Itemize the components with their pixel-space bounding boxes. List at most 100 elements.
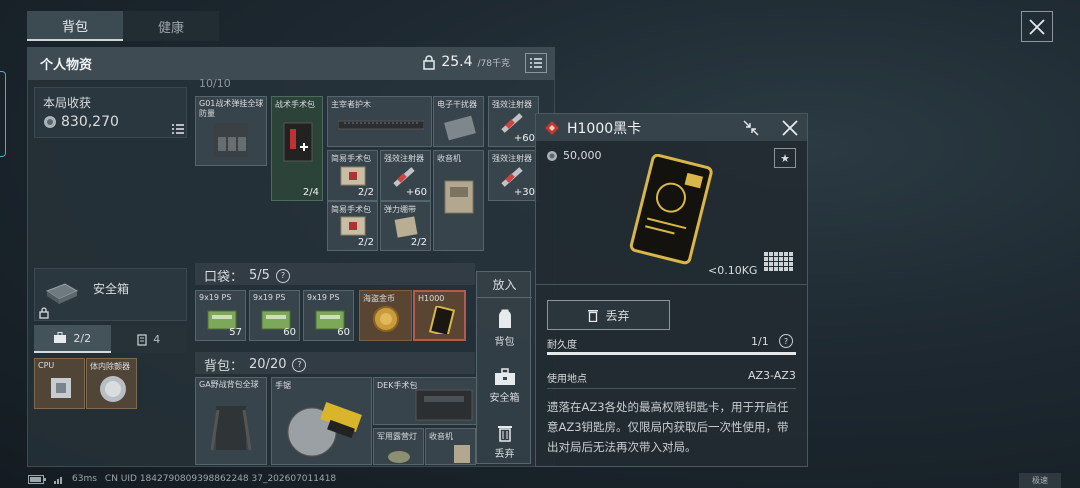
backpack-item-icon <box>210 406 252 451</box>
coin-icon <box>547 150 557 161</box>
backpack-item-saw[interactable]: 手锯 <box>271 377 372 465</box>
backpack-item-radio[interactable]: 收音机 <box>425 428 476 465</box>
item-name: 收音机 <box>429 432 453 441</box>
medkit-icon <box>283 122 313 162</box>
item-name: 简易手术包 <box>331 205 371 214</box>
side-edge-tab[interactable] <box>0 71 6 157</box>
item-name: 简易手术包 <box>331 154 371 163</box>
item-description: 遗落在AZ3各处的最高权限钥匙卡，用于开启任意AZ3钥匙房。仅限局内获取后一次性… <box>547 400 789 454</box>
backpack-item-dek-medkit[interactable]: DEK手术包 <box>373 377 478 425</box>
backpack-item-camp-lamp[interactable]: 军用露营灯 <box>373 428 424 465</box>
durability-help-icon[interactable]: ? <box>779 334 793 348</box>
safebox-slot[interactable]: 安全箱 <box>34 268 187 321</box>
backpack-count: 20/20 <box>249 357 287 372</box>
item-name: 体内除颤器 <box>90 362 130 371</box>
put-in-discard-button[interactable]: 丢弃 <box>477 424 532 460</box>
dek-medkit-icon <box>415 389 473 421</box>
close-button[interactable] <box>1021 11 1053 42</box>
location-value: AZ3-AZ3 <box>748 369 796 382</box>
pocket-help-icon[interactable]: ? <box>275 268 290 283</box>
bandage-icon <box>394 216 418 238</box>
location-divider <box>547 388 796 389</box>
lock-icon <box>39 307 49 319</box>
income-box: 本局收获 830,270 <box>34 87 187 138</box>
backpack-item-ga-pack[interactable]: GA野战背包全球 <box>195 377 267 465</box>
vest-item-g01[interactable]: G01战术弹挂全球防量 <box>195 96 267 166</box>
item-count: 57 <box>229 327 242 338</box>
item-name: DEK手术包 <box>377 381 418 390</box>
close-icon <box>1029 18 1045 35</box>
tab-health[interactable]: 健康 <box>123 11 219 41</box>
injector-icon <box>501 113 523 133</box>
vest-item-tactical-medkit[interactable]: 战术手术包 2/4 <box>271 96 323 201</box>
detail-title: H1000黑卡 <box>567 120 642 137</box>
pocket-item[interactable]: H1000 <box>413 290 466 341</box>
jammer-icon <box>444 115 476 141</box>
vest-item-simple-medkit-1[interactable]: 简易手术包 2/2 <box>327 150 378 201</box>
speed-mode-button[interactable]: 极速 <box>1019 473 1061 488</box>
safebox-label: 安全箱 <box>93 282 130 296</box>
durability-bar <box>547 352 796 355</box>
star-icon: ★ <box>780 151 790 165</box>
durability-value: 1/1 <box>751 335 769 348</box>
item-name: 强效注射器 <box>384 154 424 163</box>
item-name: 电子干扰器 <box>437 100 477 109</box>
vest-item-strong-injector-2[interactable]: 强效注射器 +60 <box>380 150 431 201</box>
injector-icon <box>393 167 415 187</box>
list-icon <box>530 58 542 68</box>
vest-item-armor-rail[interactable]: 主宰者护木 <box>327 96 432 147</box>
sort-list-button[interactable] <box>525 53 547 73</box>
uid-text: CN UID 1842790809398862248 37_2026070114… <box>104 474 337 484</box>
rarity-diamond-icon <box>545 120 559 135</box>
detail-discard-label: 丢弃 <box>605 308 630 323</box>
item-name: 主宰者护木 <box>331 100 371 109</box>
circular-saw-icon <box>287 402 362 457</box>
vest-item-simple-medkit-2[interactable]: 简易手术包 2/2 <box>327 201 378 251</box>
cpu-icon <box>51 378 71 398</box>
vest-item-jammer[interactable]: 电子干扰器 <box>433 96 484 147</box>
item-name: 收音机 <box>437 154 461 163</box>
income-value-row: 830,270 <box>43 114 119 130</box>
put-in-bag-button[interactable]: 背包 <box>477 308 532 348</box>
ping-value: 63ms <box>72 474 97 484</box>
item-count: +60 <box>405 187 427 198</box>
pirate-coin-icon <box>373 306 399 332</box>
safe-tab-items[interactable]: 2/2 <box>34 325 111 353</box>
safebox-item-cpu[interactable]: CPU <box>34 358 85 409</box>
income-list-icon[interactable] <box>172 124 184 134</box>
safebox-item-defib[interactable]: 体内除颤器 <box>86 358 137 409</box>
status-bar: 63ms CN UID 1842790809398862248 37_20260… <box>28 474 336 484</box>
put-in-panel: 放入 背包 安全箱 丢弃 <box>476 271 532 464</box>
battery-icon <box>28 474 46 484</box>
backpack-help-icon[interactable]: ? <box>292 357 307 372</box>
item-name: 军用露营灯 <box>377 432 417 441</box>
vest-item-radio[interactable]: 收音机 <box>433 150 484 251</box>
trash-icon <box>497 426 512 442</box>
put-in-safebox-button[interactable]: 安全箱 <box>477 368 532 404</box>
vest-item-elastic-bandage[interactable]: 弹力绷带 2/2 <box>380 201 431 251</box>
item-count: +60 <box>513 133 535 144</box>
durability-label: 耐久度 <box>547 340 577 351</box>
durability-fill <box>547 352 796 355</box>
pocket-item[interactable]: 海盗金币 <box>359 290 412 341</box>
backpack-label: 背包： <box>204 359 244 374</box>
item-name: 弹力绷带 <box>384 205 416 214</box>
pocket-item[interactable]: 9x19 PS 60 <box>303 290 354 341</box>
vest-item-strong-injector-3[interactable]: 强效注射器 +30 <box>488 150 539 201</box>
detail-discard-button[interactable]: 丢弃 <box>547 300 670 330</box>
item-name: 战术手术包 <box>275 100 315 109</box>
favorite-button[interactable]: ★ <box>774 148 796 168</box>
lamp-icon <box>388 451 410 463</box>
detail-header: H1000黑卡 <box>536 114 807 141</box>
shrink-icon[interactable] <box>742 119 760 137</box>
detail-close-icon[interactable] <box>781 119 799 137</box>
pocket-item[interactable]: 9x19 PS 57 <box>195 290 246 341</box>
detail-price-value: 50,000 <box>563 149 602 162</box>
item-name: H1000 <box>418 294 445 303</box>
safebox-tabs: 2/2 4 <box>34 325 187 353</box>
black-card-icon <box>428 306 456 334</box>
safe-tab-cases[interactable]: 4 <box>110 325 187 353</box>
pocket-item[interactable]: 9x19 PS 60 <box>249 290 300 341</box>
vest-item-strong-injector-1[interactable]: 强效注射器 +60 <box>488 96 539 147</box>
tab-bag[interactable]: 背包 <box>27 11 123 41</box>
